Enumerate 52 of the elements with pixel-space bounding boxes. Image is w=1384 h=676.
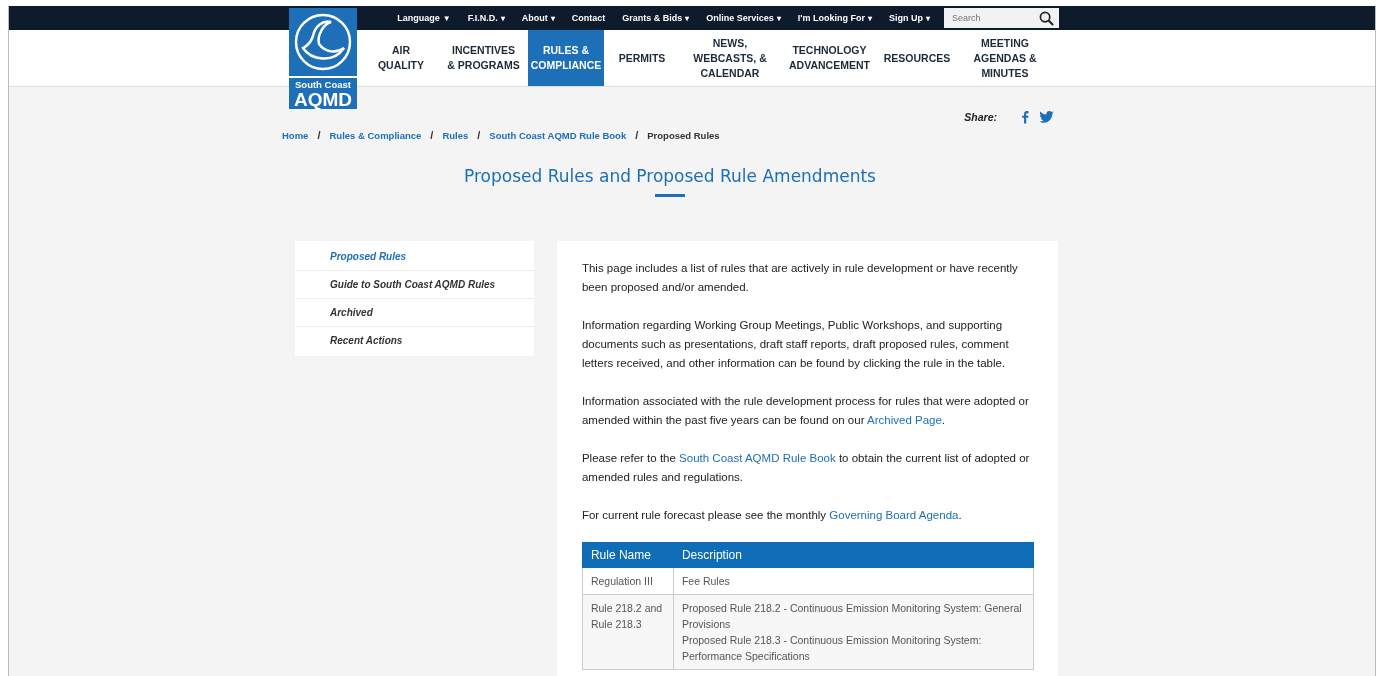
paragraph: For current rule forecast please see the monthly Governing Board Agenda. [581,508,963,523]
nav-tab[interactable]: TECHNOLOGY ADVANCEMENT [779,30,879,86]
paragraph: Information associated with the rule development process for rules that were adopted or amended within the past five years can be found on our Archived Page. [581,394,1030,428]
breadcrumb-link[interactable]: South Coast AQMD Rule Book [489,129,627,141]
search-field[interactable]: Search [944,8,1059,28]
facebook-icon[interactable] [1021,110,1029,124]
logo-text: South Coast [295,79,351,90]
top-nav-link[interactable]: Language ▼ [397,13,451,23]
table-cell[interactable]: Regulation III [582,567,674,595]
top-nav-link[interactable]: Sign Up ▾ [889,13,930,23]
column-header: Description [673,542,1034,568]
sidebar-item[interactable]: Archived [295,299,534,327]
top-nav-link[interactable]: Grants & Bids ▾ [622,13,690,23]
paragraph: This page includes a list of rules that are actively in rule development or have recently been proposed and/or amended. [581,261,1019,295]
logo-text: AQMD [293,90,353,109]
share-label: Share: [964,111,997,123]
paragraph: Information regarding Working Group Meetings, Public Workshops, and supporting documents such as presentations, draft staff reports, draft proposed rules, comment letters received, and other information can be found by clicking the rule in the table. [581,318,1010,371]
text-link[interactable]: South Coast AQMD Rule Book [679,452,836,464]
breadcrumb-current: Proposed Rules [647,129,720,141]
logo[interactable]: South Coast AQMD [289,8,357,109]
nav-tab[interactable]: NEWS, WEBCASTS, & CALENDAR [679,30,780,86]
breadcrumb-link[interactable]: Home [282,129,309,141]
table-cell-text: Fee Rules [681,574,731,589]
search-icon[interactable] [1039,11,1054,26]
breadcrumb-link[interactable]: Rules & Compliance [329,129,422,141]
top-nav-link[interactable]: About ▾ [521,13,555,23]
top-nav-link[interactable]: Online Services ▾ [706,13,781,23]
sidebar-item[interactable]: Guide to South Coast AQMD Rules [295,271,534,299]
sidebar-item[interactable]: Recent Actions [295,327,534,354]
top-nav-link[interactable]: Contact [571,13,606,23]
top-nav-link[interactable]: I'm Looking For ▾ [797,13,872,23]
table-cell[interactable]: Rule 218.2 and Rule 218.3 [582,594,674,670]
breadcrumb-separator: / [477,129,481,141]
sidebar-item[interactable]: Proposed Rules [295,243,534,271]
column-header: Rule Name [582,542,674,568]
nav-tab[interactable]: INCENTIVES & PROGRAMS [439,30,528,86]
breadcrumb-separator: / [317,129,321,141]
twitter-icon[interactable] [1039,111,1054,123]
breadcrumb-separator: / [635,129,639,141]
nav-tab[interactable]: RULES & COMPLIANCE [527,30,604,86]
paragraph: Please refer to the South Coast AQMD Rule Book to obtain the current list of adopted or amended rules and regulations. [581,451,1031,485]
breadcrumb-link[interactable]: Rules [442,129,469,141]
text-link[interactable]: Archived Page [867,414,942,426]
breadcrumb-separator: / [430,129,434,141]
nav-tab[interactable]: PERMITS [603,30,680,86]
table-cell-text: Proposed Rule 218.3 - Continuous Emission Monitoring System: Performance Specifications [681,633,983,664]
nav-tab[interactable]: RESOURCES [879,30,955,86]
nav-tab[interactable]: MEETING AGENDAS & MINUTES [955,30,1055,86]
table-cell-text: Proposed Rule 218.2 - Continuous Emission Monitoring System: General Provisions [681,601,1023,632]
page-title: Proposed Rules and Proposed Rule Amendments [463,166,877,186]
top-nav-link[interactable]: F.I.N.D. ▾ [467,13,505,23]
nav-tab[interactable]: AIR QUALITY [363,30,439,86]
